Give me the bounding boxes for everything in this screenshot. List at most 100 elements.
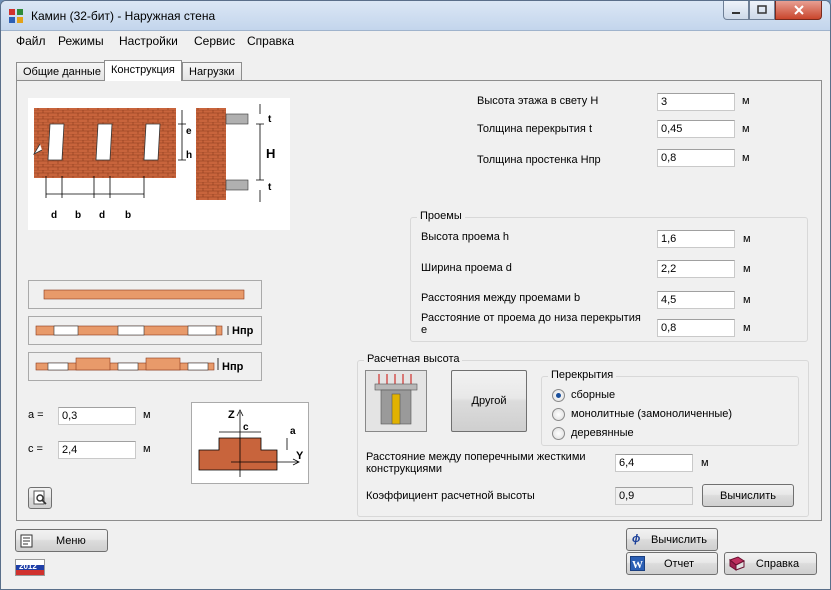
strip-hpr-label-1: Hпр (232, 325, 254, 337)
opening-height-field[interactable]: 1,6 (657, 230, 735, 248)
book-icon (729, 556, 745, 571)
calc-height-title: Расчетная высота (364, 353, 463, 365)
label-d-2: d (99, 210, 105, 221)
label-H: H (266, 146, 275, 161)
radio-wooden[interactable] (552, 427, 565, 440)
a-field[interactable]: 0,3 (58, 407, 136, 425)
slab-thickness-label: Толщина перекрытия t (477, 123, 592, 135)
c-unit: м (143, 443, 151, 455)
floor-height-field[interactable]: 3 (657, 93, 735, 111)
section-label-a: a (290, 426, 296, 437)
report-button[interactable]: W Отчет (626, 552, 718, 575)
menu-button-label: Меню (56, 534, 86, 547)
opening-to-slab-unit: м (743, 322, 751, 334)
slabs-title: Перекрытия (548, 369, 617, 381)
menu-list-icon (20, 534, 33, 547)
floor-height-unit: м (742, 95, 750, 107)
pier-thickness-field[interactable]: 0,8 (657, 149, 735, 167)
title-bar: Камин (32-бит) - Наружная стена (1, 1, 830, 31)
openings-group: Проемы Высота проема h 1,6 м Ширина прое… (410, 210, 808, 342)
calculate-button[interactable]: ϕ Вычислить (626, 528, 718, 551)
help-button[interactable]: Справка (724, 552, 817, 575)
radio-monolithic-label: монолитные (замоноличенные) (571, 408, 733, 420)
section-label-c: c (243, 422, 249, 433)
tab-general[interactable]: Общие данные (16, 62, 108, 81)
opening-spacing-unit: м (743, 294, 751, 306)
label-t-top: t (268, 114, 272, 125)
minimize-button[interactable] (723, 1, 749, 20)
year-badge: 2012 (15, 559, 45, 576)
label-b-2: b (125, 210, 131, 221)
coef-label: Коэффициент расчетной высоты (366, 490, 535, 502)
menu-bar: Файл Режимы Настройки Сервис Справка (9, 32, 822, 51)
slab-thickness-unit: м (742, 123, 750, 135)
menu-help[interactable]: Справка (247, 34, 294, 48)
pier-thickness-label: Толщина простенка Hпр (477, 154, 601, 166)
maximize-icon (757, 5, 767, 14)
radio-monolithic[interactable] (552, 408, 565, 421)
openings-strip-figure: Hпр (28, 316, 262, 345)
c-field[interactable]: 2,4 (58, 441, 136, 459)
tab-construction[interactable]: Конструкция (104, 60, 182, 81)
calc-height-group: Расчетная высота Другой Перекрытия сборн… (357, 353, 809, 517)
slab-thickness-field[interactable]: 0,45 (657, 120, 735, 138)
radio-prefab[interactable] (552, 389, 565, 402)
construction-panel: e h H t t d b d b Hпр Hпр a = 0,3 м c = … (16, 80, 822, 521)
axis-y-label: Y (296, 450, 304, 462)
label-e: e (186, 126, 192, 137)
radio-wooden-label: деревянные (571, 427, 634, 439)
app-icon (9, 9, 23, 23)
stiff-distance-unit: м (701, 457, 709, 469)
ribbed-strip-figure: Hпр (28, 352, 262, 381)
stiff-distance-label-2: конструкциями (366, 463, 443, 475)
label-b-1: b (75, 210, 81, 221)
tab-loads[interactable]: Нагрузки (182, 62, 242, 81)
slab-strip-figure (28, 280, 262, 309)
stiff-distance-label-1: Расстояние между поперечными жесткими (366, 451, 586, 463)
opening-width-unit: м (743, 263, 751, 275)
opening-to-slab-field[interactable]: 0,8 (657, 319, 735, 337)
opening-height-unit: м (743, 233, 751, 245)
word-icon: W (630, 556, 645, 571)
strip-hpr-label-2: Hпр (222, 361, 244, 373)
openings-title: Проемы (417, 210, 465, 222)
menu-modes[interactable]: Режимы (58, 34, 104, 48)
axis-z-label: Z (228, 409, 235, 421)
window-title: Камин (32-бит) - Наружная стена (31, 9, 216, 23)
minimize-icon (732, 12, 740, 14)
menu-service[interactable]: Сервис (194, 34, 235, 48)
opening-spacing-field[interactable]: 4,5 (657, 291, 735, 309)
opening-to-slab-label: Расстояние от проема до низа перекрытия (421, 312, 641, 324)
magnifier-icon (33, 490, 47, 505)
year-badge-text: 2012 (19, 562, 37, 571)
opening-width-label: Ширина проема d (421, 262, 512, 274)
wall-elevation-figure: e h H t t d b d b (28, 98, 290, 230)
app-window: Камин (32-бит) - Наружная стена Файл Реж… (0, 0, 831, 590)
floor-height-label: Высота этажа в свету H (477, 95, 599, 107)
menu-file[interactable]: Файл (16, 34, 46, 48)
close-button[interactable] (775, 1, 822, 20)
a-label: a = (28, 409, 44, 421)
menu-button[interactable]: Меню (15, 529, 108, 552)
bottom-bar: Меню 2012 ϕ Вычислить W Отчет Справка (1, 522, 830, 589)
coef-field: 0,9 (615, 487, 693, 505)
phi-icon: ϕ (632, 533, 641, 545)
label-h: h (186, 150, 192, 161)
calc-coef-button[interactable]: Вычислить (702, 484, 794, 507)
opening-height-label: Высота проема h (421, 231, 509, 243)
slabs-group: Перекрытия сборные монолитные (замонолич… (541, 369, 799, 446)
c-label: c = (28, 443, 43, 455)
opening-spacing-label: Расстояния между проемами b (421, 292, 581, 304)
maximize-button[interactable] (749, 1, 775, 20)
stiff-distance-field[interactable]: 6,4 (615, 454, 693, 472)
calculate-button-label: Вычислить (651, 533, 707, 546)
cross-section-figure: Z Y c a (191, 402, 309, 484)
svg-text:W: W (632, 559, 643, 571)
other-button[interactable]: Другой (451, 370, 527, 432)
column-load-image[interactable] (365, 370, 427, 432)
preview-button[interactable] (28, 487, 52, 509)
close-icon (793, 5, 804, 15)
menu-settings[interactable]: Настройки (119, 34, 178, 48)
opening-width-field[interactable]: 2,2 (657, 260, 735, 278)
pier-thickness-unit: м (742, 152, 750, 164)
